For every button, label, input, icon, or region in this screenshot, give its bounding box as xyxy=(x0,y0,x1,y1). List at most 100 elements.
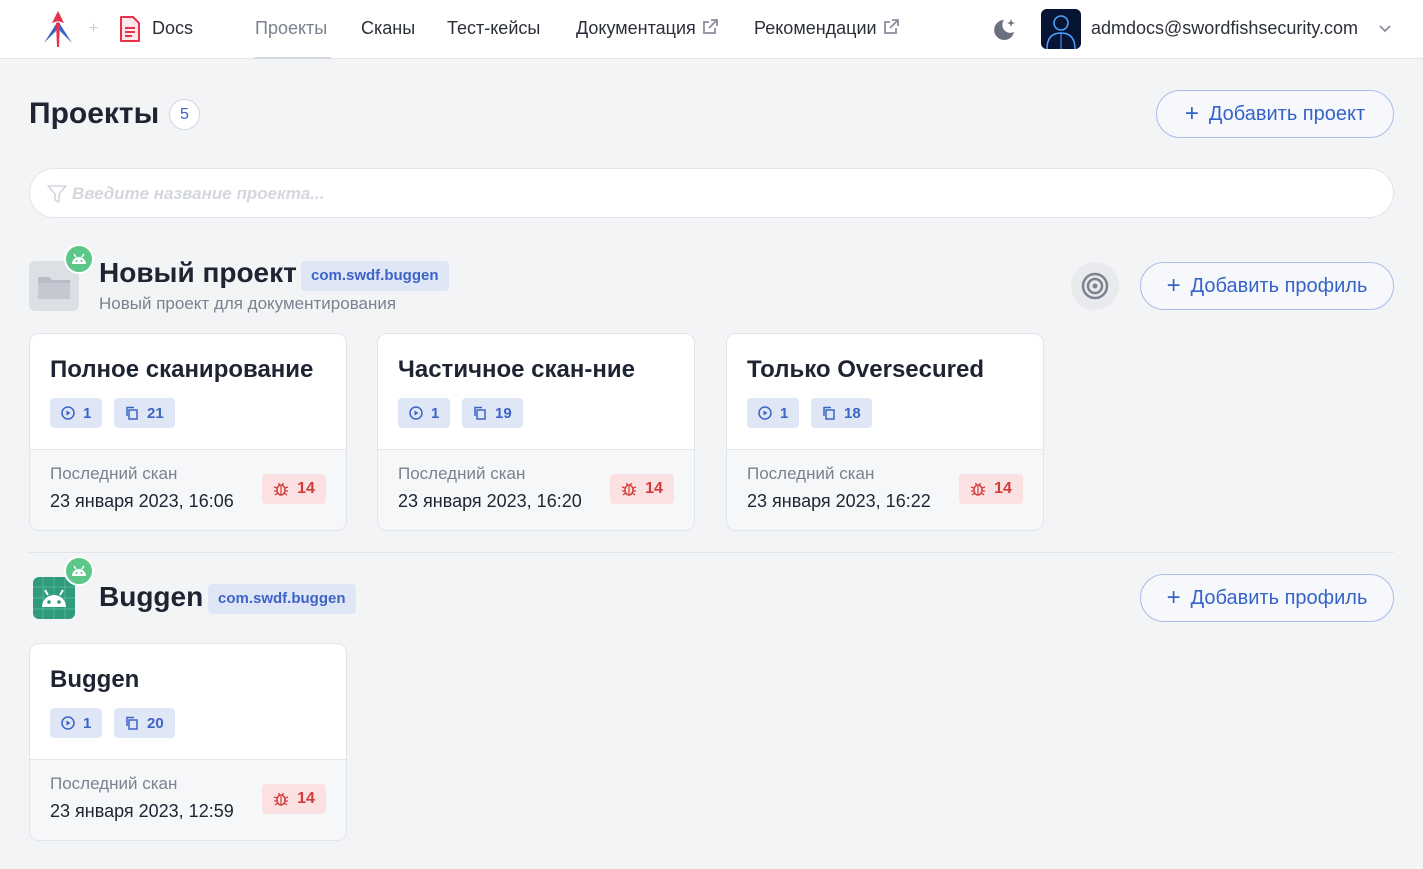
plus-icon: + xyxy=(1166,584,1181,611)
bugs-count: 14 xyxy=(297,790,315,807)
bug-icon xyxy=(621,482,637,496)
card-footer: Последний скан 23 января 2023, 16:22 14 xyxy=(727,449,1043,530)
profile-card[interactable]: Buggen 1 20 Последний скан 23 января 202… xyxy=(29,643,347,841)
card-footer: Последний скан 23 января 2023, 16:06 14 xyxy=(30,449,346,530)
last-scan-date: 23 января 2023, 16:22 xyxy=(747,491,931,511)
play-circle-icon xyxy=(758,406,772,420)
bugs-count-badge: 14 xyxy=(262,474,326,504)
bug-icon xyxy=(273,482,289,496)
add-project-button[interactable]: + Добавить проект xyxy=(1156,90,1394,138)
scans-count-chip: 1 xyxy=(747,398,800,428)
page-title: Проекты xyxy=(29,97,160,130)
copy-icon xyxy=(126,406,138,420)
nav-documentation-label: Документация xyxy=(576,18,696,38)
scans-count: 1 xyxy=(431,404,440,422)
user-email[interactable]: admdocs@swordfishsecurity.com xyxy=(1091,18,1358,39)
nav-documentation[interactable]: Документация xyxy=(576,18,719,39)
project-description: Новый проект для документирования xyxy=(99,294,397,313)
nav-projects[interactable]: Проекты xyxy=(255,18,327,39)
external-link-icon xyxy=(702,19,718,34)
swordfish-logo-icon[interactable] xyxy=(38,9,78,49)
add-profile-button[interactable]: + Добавить профиль xyxy=(1140,262,1394,310)
profile-name: Только Oversecured xyxy=(747,356,984,383)
android-platform-icon xyxy=(64,556,94,586)
separator-plus: + xyxy=(89,20,99,37)
last-scan-label: Последний скан xyxy=(747,464,875,483)
bugs-count: 14 xyxy=(645,480,663,497)
scans-count-chip: 1 xyxy=(50,708,103,738)
bug-icon xyxy=(273,792,289,806)
tests-count-chip: 21 xyxy=(114,398,175,428)
play-circle-icon xyxy=(61,406,75,420)
tests-count-chip: 18 xyxy=(811,398,872,428)
scans-count: 1 xyxy=(83,404,92,422)
add-profile-label: Добавить профиль xyxy=(1190,586,1368,609)
add-profile-label: Добавить профиль xyxy=(1190,274,1368,297)
nav-active-indicator xyxy=(254,57,331,59)
last-scan-date: 23 января 2023, 16:20 xyxy=(398,491,582,511)
external-link-icon xyxy=(883,19,899,34)
nav-recommendations[interactable]: Рекомендации xyxy=(754,18,900,39)
dark-mode-moon-icon[interactable] xyxy=(990,16,1018,44)
android-platform-icon xyxy=(64,244,94,274)
add-project-label: Добавить проект xyxy=(1208,102,1366,125)
docs-link[interactable]: Docs xyxy=(152,18,193,39)
profile-card[interactable]: Только Oversecured 1 18 Последний скан 2… xyxy=(726,333,1044,531)
last-scan-label: Последний скан xyxy=(50,464,178,483)
document-icon[interactable] xyxy=(118,15,142,43)
search-input[interactable] xyxy=(72,179,1372,209)
plus-icon: + xyxy=(1184,100,1199,127)
profile-name: Частичное скан-ние xyxy=(398,356,635,383)
scans-count-chip: 1 xyxy=(398,398,451,428)
tests-count: 19 xyxy=(495,404,512,422)
last-scan-date: 23 января 2023, 16:06 xyxy=(50,491,234,511)
plus-icon: + xyxy=(1166,272,1181,299)
user-avatar[interactable] xyxy=(1041,9,1081,49)
copy-icon xyxy=(126,716,138,730)
package-badge: com.swdf.buggen xyxy=(208,584,356,614)
last-scan-label: Последний скан xyxy=(398,464,526,483)
last-scan-label: Последний скан xyxy=(50,774,178,793)
copy-icon xyxy=(474,406,486,420)
nav-recommendations-label: Рекомендации xyxy=(754,18,877,38)
bugs-count-badge: 14 xyxy=(959,474,1023,504)
tests-count-chip: 19 xyxy=(462,398,523,428)
nav-test-cases[interactable]: Тест-кейсы xyxy=(447,18,540,39)
project-app-icon xyxy=(33,577,75,619)
bugs-count-badge: 14 xyxy=(610,474,674,504)
profile-name: Полное сканирование xyxy=(50,356,314,383)
project-count-badge: 5 xyxy=(169,99,200,130)
tests-count: 21 xyxy=(147,404,164,422)
last-scan-date: 23 января 2023, 12:59 xyxy=(50,801,234,821)
chevron-down-icon[interactable] xyxy=(1378,22,1392,36)
tests-count-chip: 20 xyxy=(114,708,175,738)
profile-card[interactable]: Полное сканирование 1 21 Последний скан … xyxy=(29,333,347,531)
card-footer: Последний скан 23 января 2023, 16:20 14 xyxy=(378,449,694,530)
profile-card[interactable]: Частичное скан-ние 1 19 Последний скан 2… xyxy=(377,333,695,531)
section-divider xyxy=(29,552,1394,553)
profile-name: Buggen xyxy=(50,666,140,693)
bugs-count: 14 xyxy=(297,480,315,497)
card-footer: Последний скан 23 января 2023, 12:59 14 xyxy=(30,759,346,840)
copy-icon xyxy=(823,406,835,420)
top-bar: + Docs Проекты Сканы Тест-кейсы Документ… xyxy=(0,0,1423,59)
scan-target-button[interactable] xyxy=(1071,262,1119,310)
nav-scans[interactable]: Сканы xyxy=(361,18,415,39)
tests-count: 18 xyxy=(844,404,861,422)
scans-count: 1 xyxy=(780,404,789,422)
scans-count: 1 xyxy=(83,714,92,732)
bugs-count-badge: 14 xyxy=(262,784,326,814)
play-circle-icon xyxy=(61,716,75,730)
project-name[interactable]: Buggen xyxy=(99,581,203,613)
project-name[interactable]: Новый проект xyxy=(99,257,297,289)
scans-count-chip: 1 xyxy=(50,398,103,428)
target-scan-icon xyxy=(1081,272,1109,300)
project-search xyxy=(29,168,1394,218)
add-profile-button[interactable]: + Добавить профиль xyxy=(1140,574,1394,622)
filter-icon xyxy=(47,185,67,203)
package-badge: com.swdf.buggen xyxy=(301,261,449,291)
bugs-count: 14 xyxy=(994,480,1012,497)
tests-count: 20 xyxy=(147,714,164,732)
bug-icon xyxy=(970,482,986,496)
user-avatar-image-icon xyxy=(1041,9,1081,49)
